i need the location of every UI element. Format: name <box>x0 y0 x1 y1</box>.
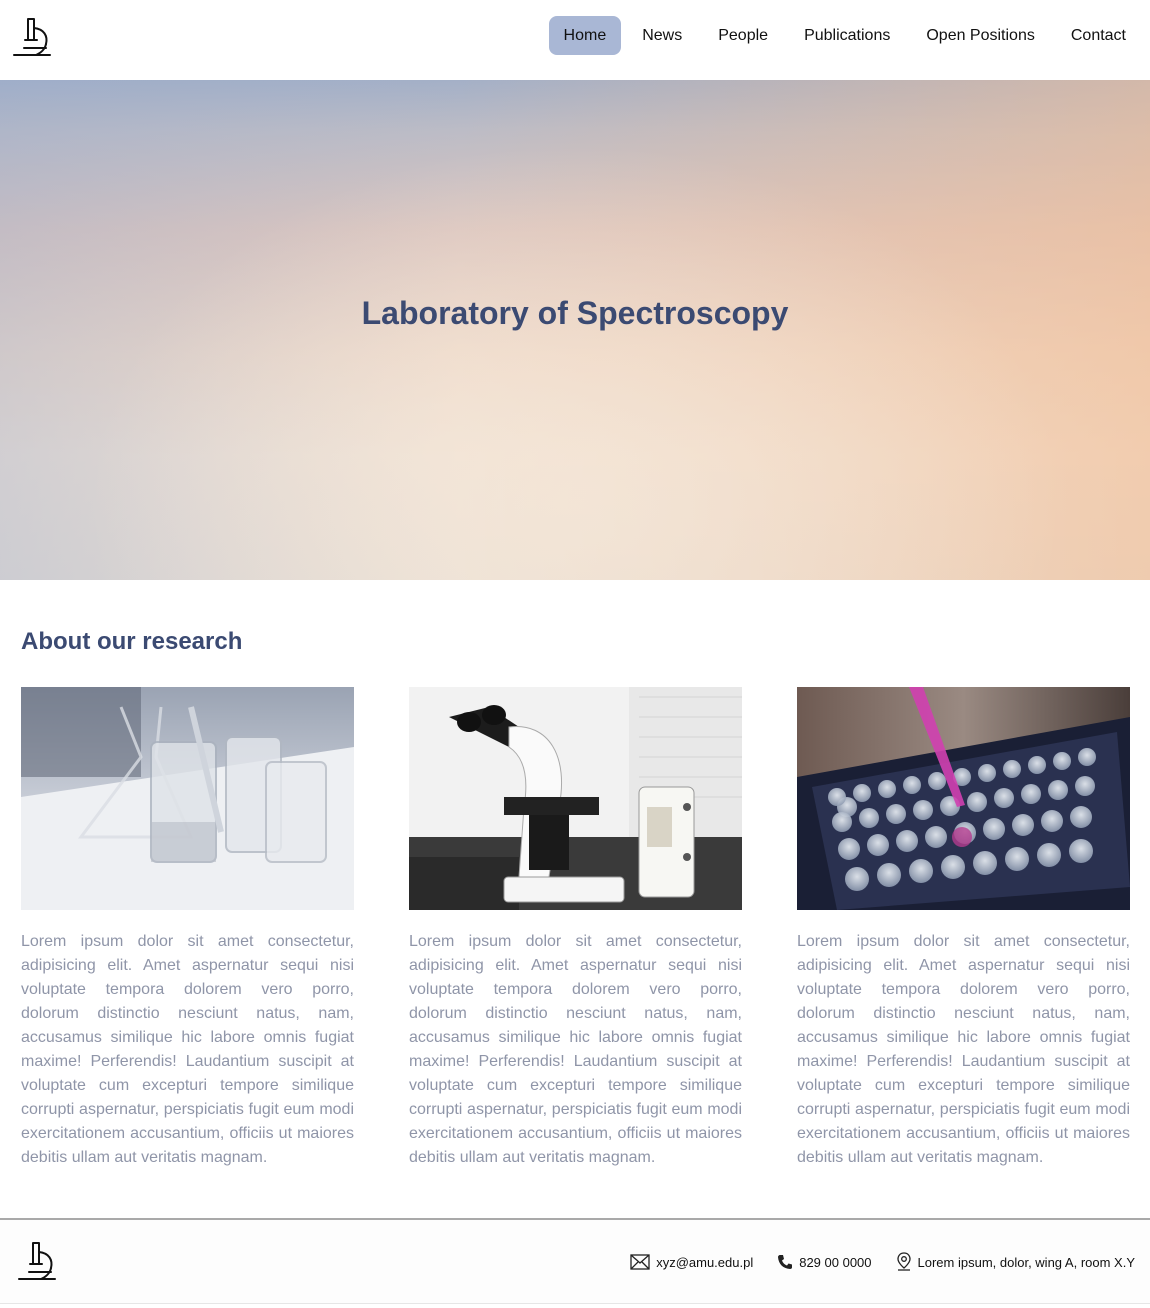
nav-publications[interactable]: Publications <box>789 16 905 55</box>
card-text: Lorem ipsum dolor sit amet consectetur, … <box>797 933 1130 1166</box>
pipette-tray-image <box>797 687 1130 910</box>
microscope-icon[interactable] <box>17 1240 57 1282</box>
site-footer: xyz@amu.edu.pl 829 00 0000 Lorem ipsum, … <box>0 1218 1150 1304</box>
main-nav: Home News People Publications Open Posit… <box>544 16 1141 55</box>
footer-contacts: xyz@amu.edu.pl 829 00 0000 Lorem ipsum, … <box>606 1252 1135 1272</box>
about-title: About our research <box>21 628 243 655</box>
microscope-icon[interactable] <box>12 16 52 58</box>
research-card: Lorem ipsum dolor sit amet consectetur, … <box>797 687 1130 1170</box>
research-card: Lorem ipsum dolor sit amet consectetur, … <box>21 687 354 1170</box>
footer-phone[interactable]: 829 00 0000 <box>777 1254 872 1270</box>
lab-glassware-image <box>21 687 354 910</box>
address-text: Lorem ipsum, dolor, wing A, room X.Y <box>917 1254 1135 1270</box>
location-pin-icon <box>896 1252 911 1271</box>
nav-people[interactable]: People <box>703 16 783 55</box>
nav-contact[interactable]: Contact <box>1056 16 1141 55</box>
nav-open-positions[interactable]: Open Positions <box>911 16 1050 55</box>
envelope-icon <box>630 1254 650 1270</box>
card-text: Lorem ipsum dolor sit amet consectetur, … <box>409 933 742 1166</box>
phone-text[interactable]: 829 00 0000 <box>799 1255 871 1270</box>
email-text[interactable]: xyz@amu.edu.pl <box>656 1255 753 1270</box>
nav-home[interactable]: Home <box>548 16 622 55</box>
card-text: Lorem ipsum dolor sit amet consectetur, … <box>21 933 354 1166</box>
hero-banner: Laboratory of Spectroscopy <box>0 80 1150 580</box>
footer-bottom-bar <box>0 1303 1150 1308</box>
microscope-image <box>409 687 742 910</box>
hero-title: Laboratory of Spectroscopy <box>361 295 789 331</box>
research-card: Lorem ipsum dolor sit amet consectetur, … <box>409 687 742 1170</box>
site-header: Home News People Publications Open Posit… <box>0 0 1150 80</box>
nav-news[interactable]: News <box>627 16 697 55</box>
phone-icon <box>778 1255 793 1269</box>
footer-email[interactable]: xyz@amu.edu.pl <box>630 1254 753 1270</box>
footer-address: Lorem ipsum, dolor, wing A, room X.Y <box>896 1252 1135 1272</box>
